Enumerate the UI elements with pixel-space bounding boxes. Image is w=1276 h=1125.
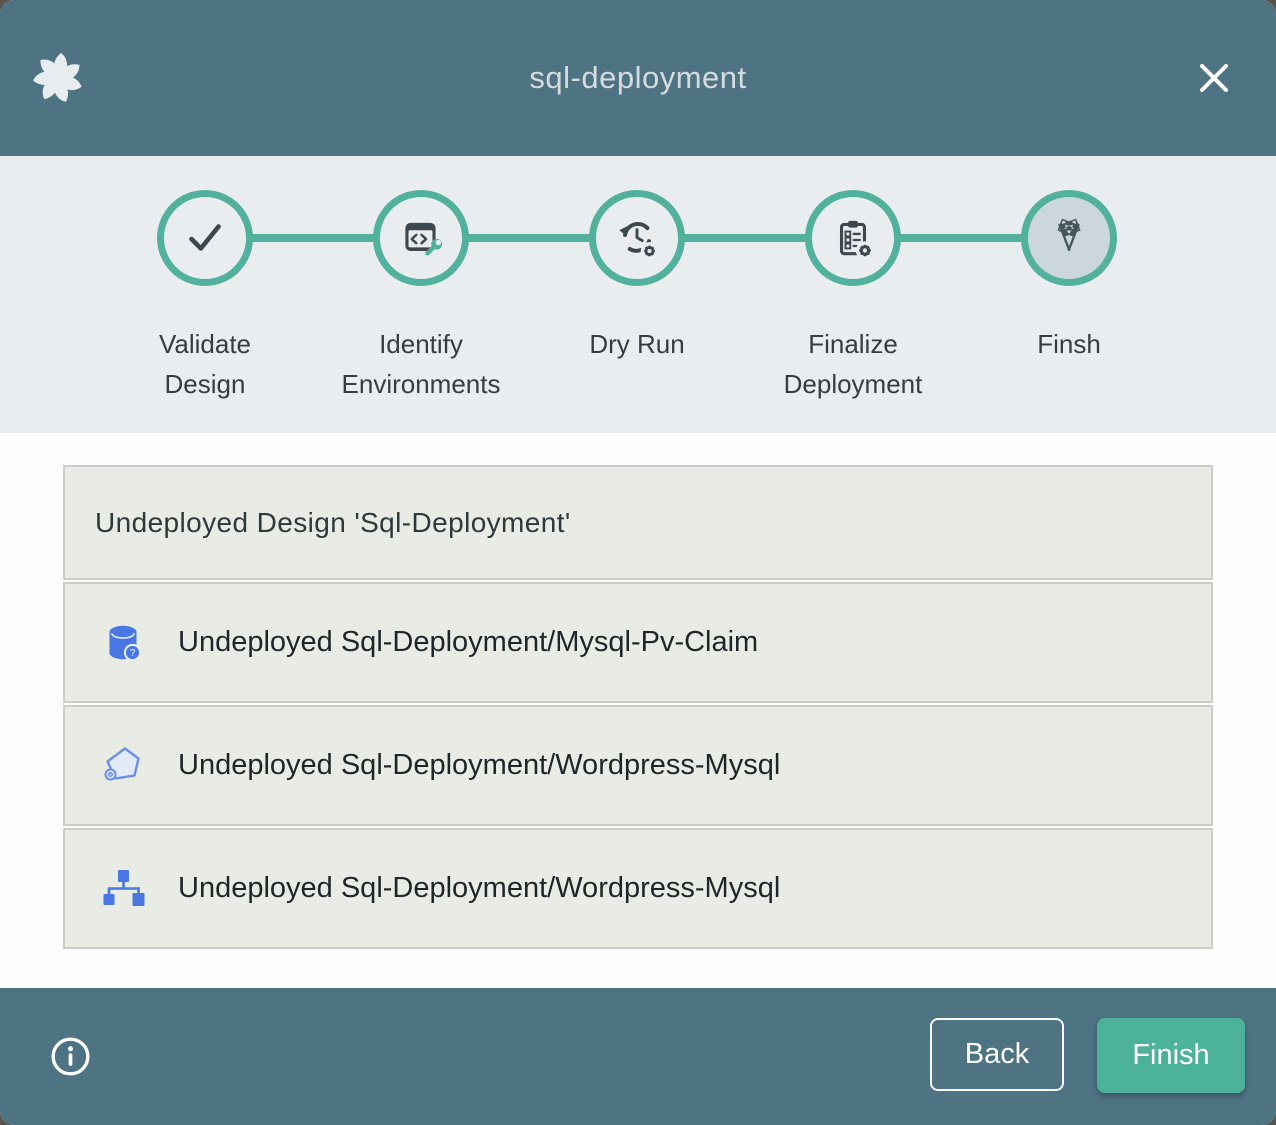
footer: Back Finish — [0, 988, 1276, 1125]
titlebar: sql-deployment — [0, 0, 1276, 156]
log-row-wordpress-mysql-deployment: Undeployed Sql-Deployment/Wordpress-Mysq… — [63, 828, 1213, 949]
log-header-text: Undeployed Design 'Sql-Deployment' — [95, 507, 571, 539]
deployment-tree-icon — [99, 865, 147, 913]
step-circle-finish[interactable] — [1021, 190, 1117, 286]
back-button[interactable]: Back — [930, 1018, 1064, 1091]
dialog-title: sql-deployment — [529, 60, 746, 96]
stepper: Validate Design Identify Environments Dr… — [0, 156, 1276, 433]
log-row-wordpress-mysql-pod: Undeployed Sql-Deployment/Wordpress-Mysq… — [63, 705, 1213, 826]
check-icon — [180, 213, 230, 263]
step-circle-dry-run[interactable] — [589, 190, 685, 286]
svg-text:?: ? — [130, 648, 136, 659]
app-pinwheel-logo-icon — [32, 52, 84, 104]
step-circle-identify-environments[interactable] — [373, 190, 469, 286]
step-circle-finalize-deployment[interactable] — [805, 190, 901, 286]
log-row-mysql-pv-claim: ? Undeployed Sql-Deployment/Mysql-Pv-Cla… — [63, 582, 1213, 703]
log-row-text: Undeployed Sql-Deployment/Wordpress-Mysq… — [178, 749, 780, 782]
log-row-text: Undeployed Sql-Deployment/Wordpress-Mysq… — [178, 872, 780, 905]
deployment-wizard-dialog: sql-deployment — [0, 0, 1276, 1125]
clipboard-gear-icon — [828, 213, 878, 263]
info-icon[interactable] — [48, 1034, 93, 1079]
finish-button[interactable]: Finish — [1097, 1018, 1245, 1093]
content-area: Undeployed Design 'Sql-Deployment' ? — [0, 433, 1276, 988]
step-label-finish: Finsh — [929, 324, 1209, 364]
log-header-row: Undeployed Design 'Sql-Deployment' — [63, 465, 1213, 580]
code-wrench-icon — [396, 213, 446, 263]
pod-icon — [99, 742, 147, 790]
log-row-text: Undeployed Sql-Deployment/Mysql-Pv-Claim — [178, 626, 758, 659]
deployment-log-panel: Undeployed Design 'Sql-Deployment' ? — [63, 465, 1213, 949]
sync-gear-icon — [612, 213, 662, 263]
database-icon: ? — [99, 619, 147, 667]
close-icon[interactable] — [1194, 58, 1234, 98]
checkered-flags-icon — [1044, 213, 1094, 263]
step-circle-validate-design[interactable] — [157, 190, 253, 286]
